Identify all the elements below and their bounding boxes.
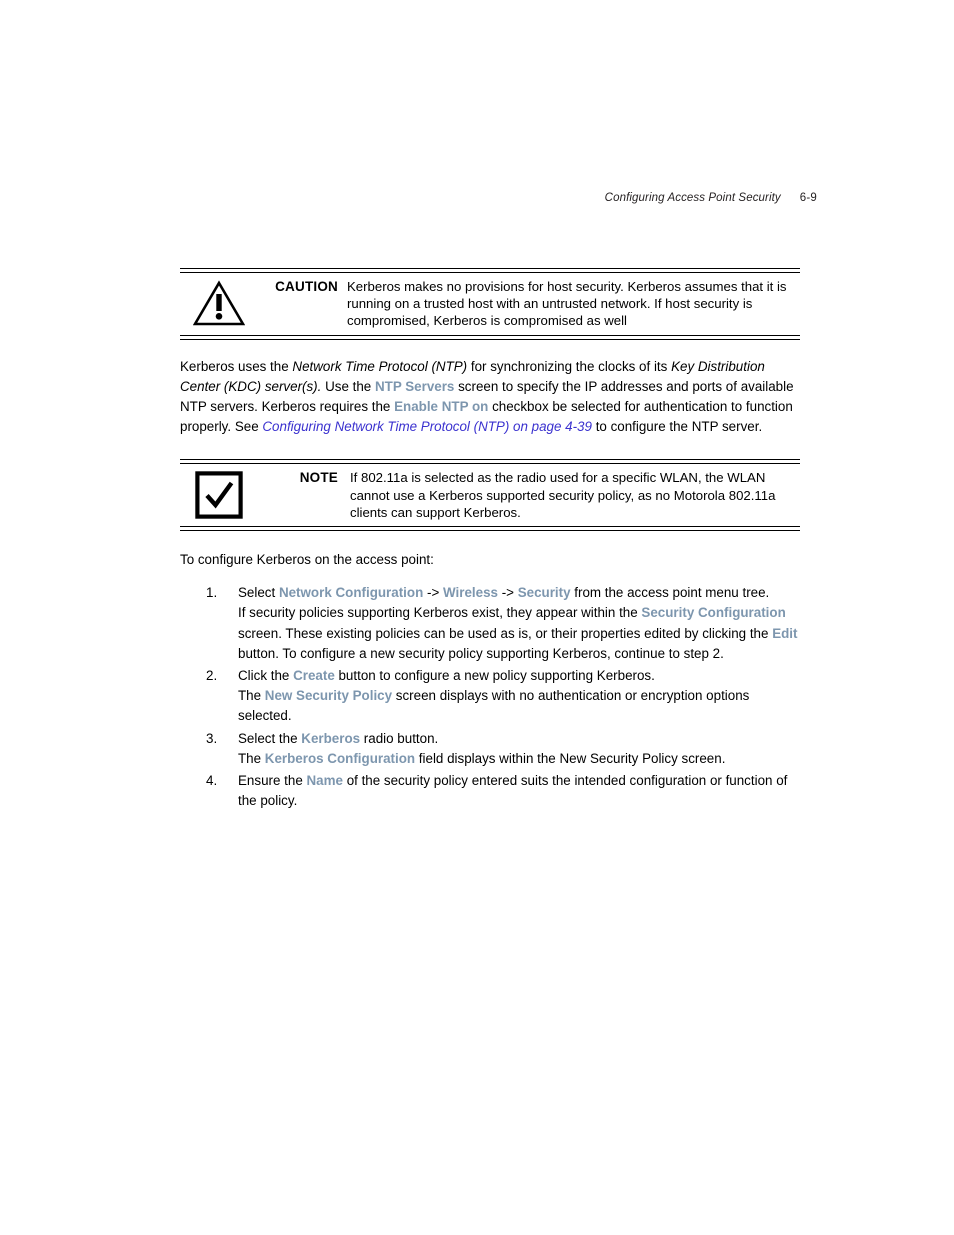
text-segment: for synchronizing the clocks of its [467, 358, 672, 374]
ui-term-network-configuration: Network Configuration [278, 585, 424, 601]
step-4-paragraph-1: Ensure the Name of the security policy e… [238, 771, 800, 811]
step-4: 4. Ensure the Name of the security polic… [180, 771, 800, 811]
document-page: Configuring Access Point Security 6-9 CAU… [0, 0, 954, 1235]
page-content: CAUTION Kerberos makes no provisions for… [180, 268, 800, 811]
text-segment: Kerberos uses the [180, 358, 293, 374]
ui-term-kerberos-configuration: Kerberos Configuration [264, 750, 416, 766]
text-segment: The [238, 750, 265, 766]
step-number: 3. [206, 730, 218, 746]
ui-term-enable-ntp-on: Enable NTP on [394, 399, 489, 415]
step-2-paragraph-2: The New Security Policy screen displays … [238, 686, 800, 726]
caution-text: Kerberos makes no provisions for host se… [338, 278, 800, 330]
procedure-steps: 1. Select Network Configuration -> Wirel… [180, 583, 800, 811]
checkmark-box-icon [180, 469, 258, 520]
emphasis-network-time-protocol: Network Time Protocol (NTP) [292, 358, 468, 374]
header-page-number: 6-9 [799, 192, 817, 204]
step-1-paragraph-2: If security policies supporting Kerberos… [238, 603, 800, 664]
text-segment: screen. These existing policies can be u… [238, 625, 773, 641]
note-text: If 802.11a is selected as the radio used… [338, 469, 800, 521]
ui-term-ntp-servers: NTP Servers [374, 378, 455, 394]
ui-term-security: Security [517, 585, 571, 601]
step-number: 2. [206, 668, 218, 684]
note-box: NOTE If 802.11a is selected as the radio… [180, 459, 800, 532]
ui-term-wireless: Wireless [443, 585, 498, 601]
text-segment: Use the [321, 378, 375, 394]
ui-term-name: Name [306, 773, 343, 789]
ui-term-create: Create [293, 668, 335, 684]
caution-paragraph: Kerberos makes no provisions for host se… [347, 279, 787, 329]
note-label: NOTE [299, 470, 338, 486]
text-segment: from the access point menu tree. [570, 585, 770, 601]
text-segment: The [238, 688, 265, 704]
caution-box: CAUTION Kerberos makes no provisions for… [180, 268, 800, 340]
step-3-paragraph-1: Select the Kerberos radio button. [238, 729, 800, 749]
cross-reference-link-ntp[interactable]: Configuring Network Time Protocol (NTP) … [262, 419, 592, 434]
ui-term-edit: Edit [772, 625, 798, 641]
text-segment: Select the [238, 730, 302, 746]
text-segment: -> [497, 585, 518, 601]
ntp-paragraph: Kerberos uses the Network Time Protocol … [180, 357, 800, 438]
text-segment: radio button. [360, 730, 439, 746]
procedure-intro: To configure Kerberos on the access poin… [180, 552, 434, 568]
note-paragraph: If 802.11a is selected as the radio used… [350, 470, 776, 520]
step-1: 1. Select Network Configuration -> Wirel… [180, 583, 800, 664]
caution-label: CAUTION [275, 279, 338, 294]
header-chapter-title: Configuring Access Point Security [604, 192, 781, 204]
step-3: 3. Select the Kerberos radio button. The… [180, 729, 800, 769]
text-segment: -> [423, 585, 443, 601]
running-header: Configuring Access Point Security 6-9 [180, 191, 817, 205]
text-segment: button. To configure a new security poli… [238, 645, 724, 661]
text-segment: field displays within the New Security P… [415, 750, 726, 766]
step-number: 4. [206, 773, 218, 789]
text-segment: Click the [238, 668, 294, 684]
ui-term-kerberos: Kerberos [301, 730, 361, 746]
step-number: 1. [206, 585, 218, 601]
text-segment: button to configure a new policy support… [334, 668, 655, 684]
step-3-paragraph-2: The Kerberos Configuration field display… [238, 749, 800, 769]
ui-term-security-configuration: Security Configuration [641, 605, 786, 621]
ui-term-new-security-policy: New Security Policy [264, 688, 393, 704]
text-segment: Ensure the [238, 773, 307, 789]
step-1-paragraph-1: Select Network Configuration -> Wireless… [238, 583, 800, 603]
warning-triangle-icon [180, 278, 258, 326]
step-2: 2. Click the Create button to configure … [180, 666, 800, 727]
text-segment: to configure the NTP server. [591, 419, 763, 435]
text-segment: If security policies supporting Kerberos… [238, 605, 642, 621]
text-segment: Select [238, 585, 279, 601]
step-2-paragraph-1: Click the Create button to configure a n… [238, 666, 800, 686]
